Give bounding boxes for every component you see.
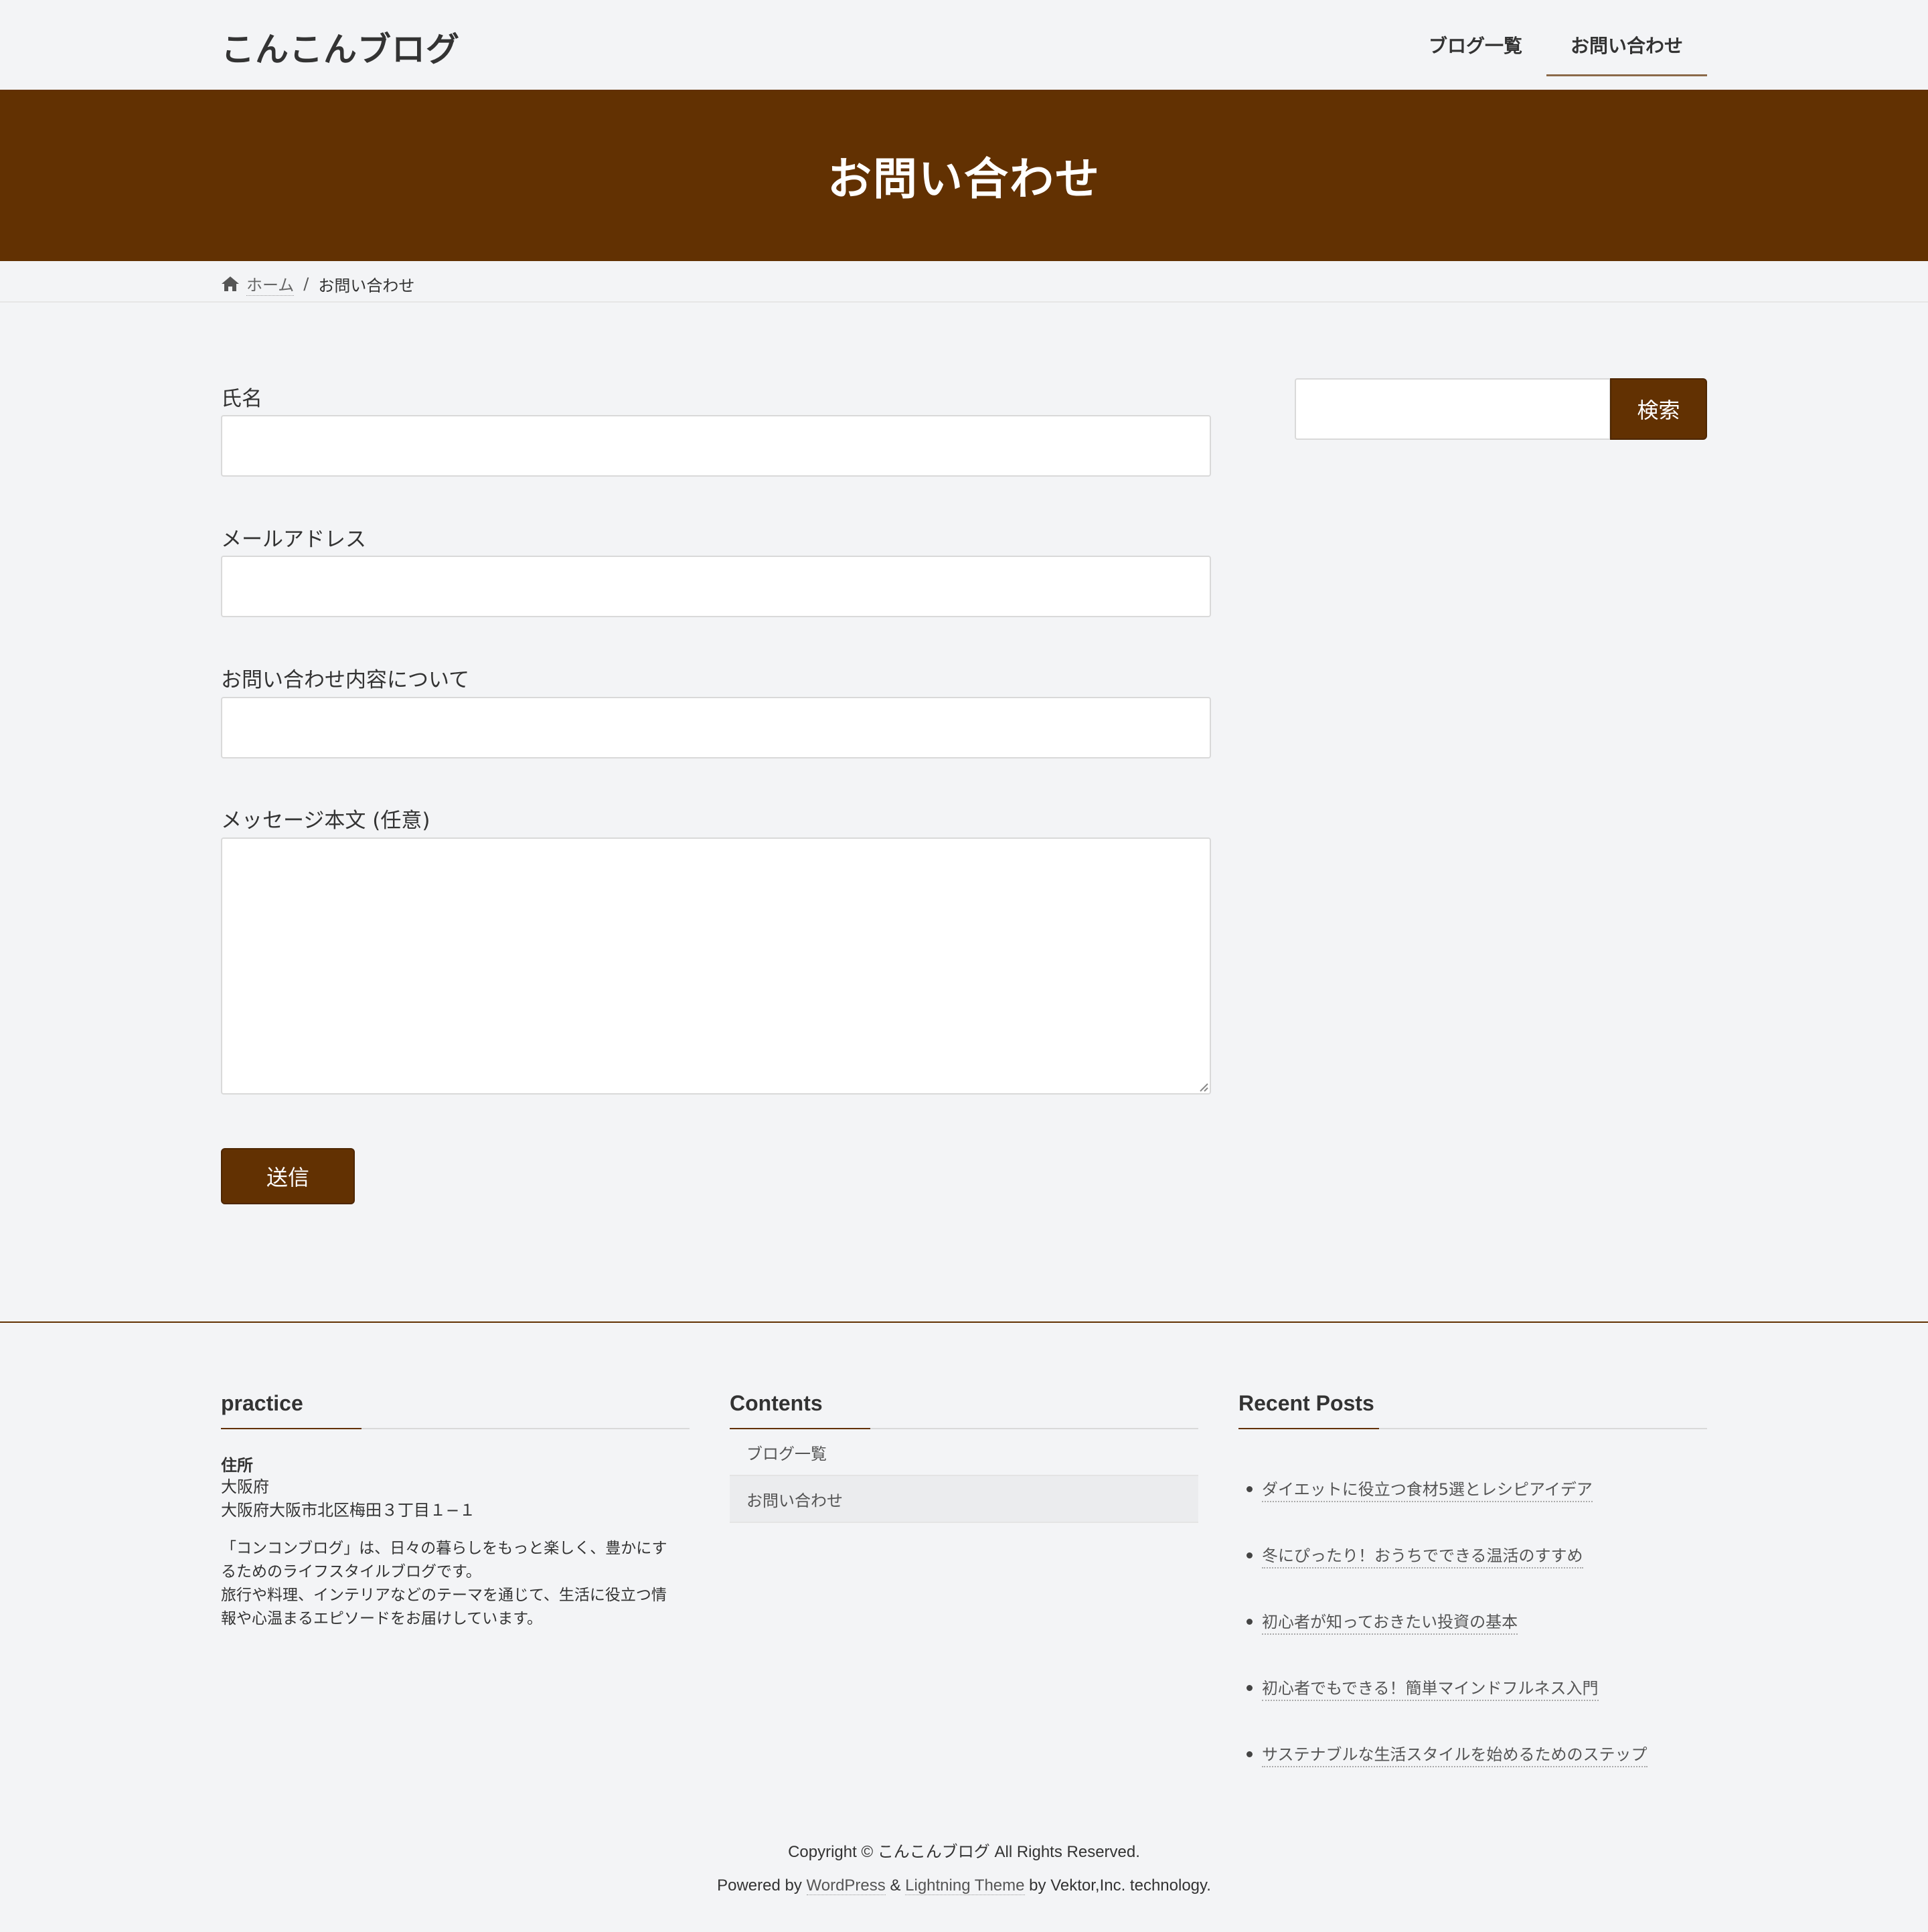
site-footer: practice 住所 大阪府 大阪府大阪市北区梅田３丁目１−１ 「コンコンブロ… <box>0 1321 1928 1932</box>
breadcrumb-inner: ホーム / お問い合わせ <box>221 272 414 296</box>
home-icon <box>221 275 240 293</box>
submit-button[interactable]: 送信 <box>221 1148 355 1204</box>
contents-title: Contents <box>730 1391 1198 1429</box>
copyright: Copyright © こんこんブログ All Rights Reserved. <box>788 1843 1140 1861</box>
address-line-2: 大阪府大阪市北区梅田３丁目１−１ <box>221 1501 476 1520</box>
recent-post-link[interactable]: ダイエットに役立つ食材5選とレシピアイデア <box>1262 1476 1593 1502</box>
list-item: サステナブルな生活スタイルを始めるためのステップ <box>1238 1721 1707 1787</box>
message-textarea[interactable] <box>221 837 1211 1095</box>
recent-post-link[interactable]: 冬にぴったり！おうちでできる温活のすすめ <box>1262 1542 1583 1568</box>
footer-practice-widget: practice 住所 大阪府 大阪府大阪市北区梅田３丁目１−１ 「コンコンブロ… <box>221 1391 690 1631</box>
powered-amp: & <box>890 1876 901 1895</box>
email-field[interactable] <box>221 556 1211 617</box>
recent-posts-title: Recent Posts <box>1238 1391 1707 1429</box>
email-label: メールアドレス <box>221 528 366 552</box>
contents-list: ブログ一覧 お問い合わせ <box>730 1429 1198 1523</box>
bullet-icon <box>1247 1619 1253 1625</box>
lightning-theme-link[interactable]: Lightning Theme <box>905 1876 1025 1895</box>
page-title: お問い合わせ <box>827 153 1101 205</box>
recent-posts-list: ダイエットに役立つ食材5選とレシピアイデア 冬にぴったり！おうちでできる温活のす… <box>1238 1456 1707 1787</box>
recent-post-link[interactable]: サステナブルな生活スタイルを始めるためのステップ <box>1262 1741 1648 1767</box>
resize-grip-icon[interactable] <box>1196 1080 1208 1092</box>
breadcrumb-current: お問い合わせ <box>318 276 415 295</box>
bullet-icon <box>1247 1685 1253 1691</box>
site-logo[interactable]: こんこんブログ <box>221 23 460 71</box>
list-item: 初心者が知っておきたい投資の基本 <box>1238 1589 1707 1655</box>
powered-prefix: Powered by <box>717 1876 802 1895</box>
wordpress-link[interactable]: WordPress <box>806 1876 886 1895</box>
list-item: ダイエットに役立つ食材5選とレシピアイデア <box>1238 1456 1707 1522</box>
recent-post-link[interactable]: 初心者でもできる！簡単マインドフルネス入門 <box>1262 1675 1599 1701</box>
bullet-icon <box>1247 1552 1253 1558</box>
page-header: お問い合わせ <box>0 90 1928 261</box>
about-line-4: 報や心温まるエピソードをお届けしています。 <box>221 1610 543 1627</box>
subject-field[interactable] <box>221 697 1211 758</box>
site-header: こんこんブログ ブログ一覧 お問い合わせ <box>0 0 1928 90</box>
recent-post-link[interactable]: 初心者が知っておきたい投資の基本 <box>1262 1609 1518 1635</box>
powered-by: Powered by WordPress & Lightning Theme b… <box>0 1876 1928 1895</box>
address-line-1: 大阪府 <box>221 1477 269 1496</box>
search-input[interactable] <box>1295 378 1611 440</box>
search-button[interactable]: 検索 <box>1610 378 1707 440</box>
name-field[interactable] <box>221 415 1211 477</box>
subject-label: お問い合わせ内容について <box>221 668 470 692</box>
contents-item-contact[interactable]: お問い合わせ <box>730 1476 1198 1523</box>
powered-suffix: by Vektor,Inc. technology. <box>1029 1876 1211 1895</box>
breadcrumb-home-link[interactable]: ホーム <box>246 272 295 296</box>
practice-title: practice <box>221 1391 690 1429</box>
breadcrumb-separator: / <box>303 274 309 293</box>
name-label: 氏名 <box>221 387 262 411</box>
list-item: 冬にぴったり！おうちでできる温活のすすめ <box>1238 1522 1707 1589</box>
address-label: 住所 <box>221 1456 253 1475</box>
message-label: メッセージ本文 (任意) <box>221 809 430 833</box>
about-line-3: 旅行や料理、インテリアなどのテーマを通じて、生活に役立つ情 <box>221 1587 667 1604</box>
nav-item-blog-list[interactable]: ブログ一覧 <box>1404 0 1546 90</box>
list-item: 初心者でもできる！簡単マインドフルネス入門 <box>1238 1655 1707 1721</box>
footer-contents-widget: Contents ブログ一覧 お問い合わせ <box>730 1391 1198 1523</box>
contents-item-blog-list[interactable]: ブログ一覧 <box>730 1429 1198 1476</box>
about-line-2: るためのライフスタイルブログです。 <box>221 1563 481 1581</box>
nav-item-contact[interactable]: お問い合わせ <box>1546 0 1708 90</box>
about-text: 「コンコンブログ」は、日々の暮らしをもっと楽しく、豊かにす るためのライフスタイ… <box>221 1537 690 1631</box>
about-line-1: 「コンコンブログ」は、日々の暮らしをもっと楽しく、豊かにす <box>221 1540 667 1557</box>
breadcrumb: ホーム / お問い合わせ <box>0 261 1928 303</box>
footer-recent-posts-widget: Recent Posts ダイエットに役立つ食材5選とレシピアイデア 冬にぴった… <box>1238 1391 1707 1787</box>
bullet-icon <box>1247 1486 1253 1492</box>
bullet-icon <box>1247 1751 1253 1757</box>
global-nav: ブログ一覧 お問い合わせ <box>1404 0 1708 90</box>
